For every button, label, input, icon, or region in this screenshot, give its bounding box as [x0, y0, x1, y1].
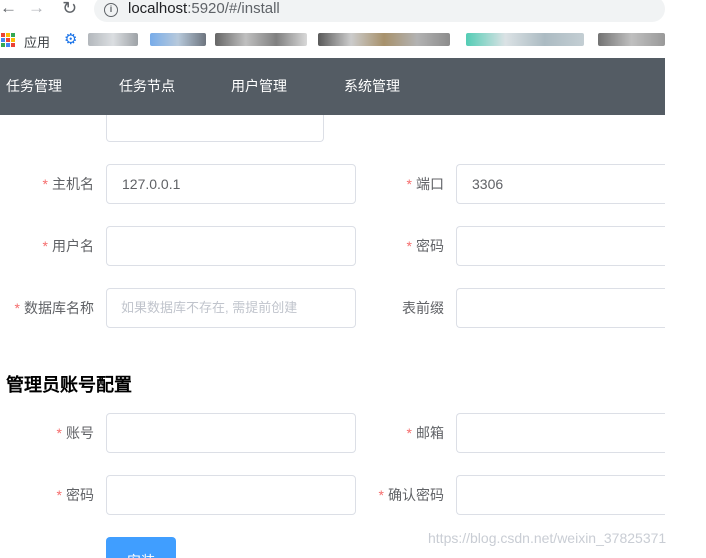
- blurred-bookmark[interactable]: [215, 33, 307, 46]
- email-input[interactable]: [456, 413, 686, 453]
- address-bar[interactable]: i localhost:5920/#/install: [94, 0, 665, 22]
- right-gutter: [665, 0, 706, 558]
- menu-item-task-management[interactable]: 任务管理: [6, 58, 62, 115]
- admin-section-title: 管理员账号配置: [6, 375, 132, 395]
- db-password-input[interactable]: [456, 226, 686, 266]
- database-name-label: * 数据库名称: [0, 288, 94, 328]
- watermark-text: https://blog.csdn.net/weixin_37825371: [428, 530, 667, 546]
- url-path: :5920/#/install: [187, 0, 280, 17]
- back-arrow-icon[interactable]: ←: [0, 0, 24, 18]
- apps-grid-icon[interactable]: [1, 33, 15, 47]
- db-password-label-text: 密码: [416, 238, 444, 254]
- required-marker: *: [406, 238, 412, 254]
- required-marker: *: [406, 176, 412, 192]
- bookmarks-bar: 应用 ⚙: [0, 30, 706, 52]
- required-marker: *: [42, 176, 48, 192]
- blurred-bookmark[interactable]: [150, 33, 206, 46]
- scrolled-off-input[interactable]: [106, 115, 324, 142]
- host-input[interactable]: 127.0.0.1: [106, 164, 356, 204]
- required-marker: *: [406, 425, 412, 441]
- admin-password-label: * 密码: [0, 475, 94, 515]
- apps-label[interactable]: 应用: [24, 32, 50, 51]
- database-name-input[interactable]: 如果数据库不存在, 需提前创建: [106, 288, 356, 328]
- database-name-label-text: 数据库名称: [24, 300, 94, 316]
- url-host: localhost: [128, 0, 188, 17]
- username-label-text: 用户名: [52, 238, 94, 254]
- forward-arrow-icon[interactable]: →: [28, 0, 52, 18]
- db-password-label: * 密码: [350, 226, 444, 266]
- top-nav-bar: 任务管理 任务节点 用户管理 系统管理: [0, 58, 665, 115]
- required-marker: *: [42, 238, 48, 254]
- blurred-bookmark[interactable]: [88, 33, 138, 46]
- blurred-bookmark[interactable]: [318, 33, 450, 46]
- admin-password-input[interactable]: [106, 475, 356, 515]
- required-marker: *: [14, 300, 20, 316]
- admin-password-label-text: 密码: [66, 487, 94, 503]
- confirm-password-label-text: 确认密码: [388, 487, 444, 503]
- bookmark-gear-icon[interactable]: ⚙: [64, 30, 77, 48]
- confirm-password-input[interactable]: [456, 475, 686, 515]
- required-marker: *: [56, 487, 62, 503]
- blurred-bookmark[interactable]: [466, 33, 584, 46]
- port-input[interactable]: 3306: [456, 164, 686, 204]
- account-label-text: 账号: [66, 425, 94, 441]
- email-label: * 邮箱: [350, 413, 444, 453]
- info-icon[interactable]: i: [104, 3, 118, 17]
- username-label: * 用户名: [0, 226, 94, 266]
- required-marker: *: [56, 425, 62, 441]
- browser-chrome: ← → ↻ i localhost:5920/#/install 应用 ⚙: [0, 0, 706, 58]
- email-label-text: 邮箱: [416, 425, 444, 441]
- table-prefix-label: 表前缀: [350, 288, 444, 328]
- blurred-bookmark[interactable]: [598, 33, 665, 46]
- host-label-text: 主机名: [52, 176, 94, 192]
- port-label-text: 端口: [416, 176, 444, 192]
- username-input[interactable]: [106, 226, 356, 266]
- account-label: * 账号: [0, 413, 94, 453]
- account-input[interactable]: [106, 413, 356, 453]
- url-text: localhost:5920/#/install: [128, 0, 280, 17]
- table-prefix-label-text: 表前缀: [402, 300, 444, 316]
- menu-item-user-management[interactable]: 用户管理: [231, 58, 287, 115]
- menu-item-system-management[interactable]: 系统管理: [344, 58, 400, 115]
- reload-icon[interactable]: ↻: [62, 0, 86, 18]
- install-button[interactable]: 安装: [106, 537, 176, 558]
- confirm-password-label: * 确认密码: [350, 475, 444, 515]
- menu-item-task-nodes[interactable]: 任务节点: [119, 58, 175, 115]
- required-marker: *: [378, 487, 384, 503]
- table-prefix-input[interactable]: [456, 288, 686, 328]
- host-label: * 主机名: [0, 164, 94, 204]
- port-label: * 端口: [350, 164, 444, 204]
